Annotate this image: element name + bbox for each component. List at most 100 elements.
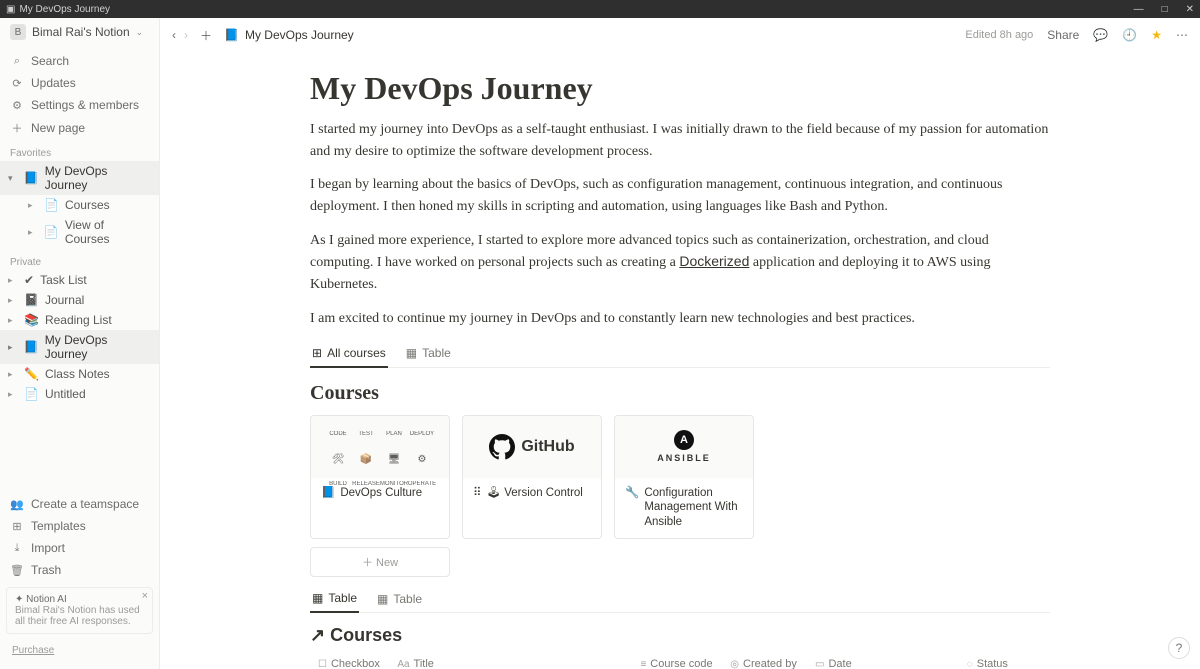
page-icon: 📓 bbox=[24, 293, 39, 307]
chevron-right-icon[interactable]: ▸ bbox=[28, 227, 38, 238]
comments-icon[interactable]: 💬 bbox=[1093, 28, 1108, 42]
col-created-by[interactable]: ◎Created by bbox=[722, 652, 807, 669]
paragraph[interactable]: I started my journey into DevOps as a se… bbox=[310, 119, 1050, 162]
close-icon[interactable]: × bbox=[142, 590, 148, 602]
tab-table-2[interactable]: ▦Table bbox=[375, 587, 424, 612]
link-dockerized[interactable]: Dockerized bbox=[679, 253, 749, 269]
paragraph[interactable]: As I gained more experience, I started t… bbox=[310, 230, 1050, 296]
share-button[interactable]: Share bbox=[1047, 28, 1079, 42]
chevron-right-icon[interactable]: ▸ bbox=[8, 295, 18, 306]
tab-label: All courses bbox=[327, 346, 386, 360]
window-minimize-icon[interactable]: — bbox=[1134, 4, 1144, 15]
text-icon: Aa bbox=[397, 659, 409, 669]
chevron-right-icon[interactable]: ▸ bbox=[8, 369, 18, 380]
window-close-icon[interactable]: ✕ bbox=[1186, 4, 1194, 15]
import-icon: ⤓ bbox=[10, 542, 24, 555]
col-status[interactable]: ◌Status bbox=[959, 652, 1050, 669]
ai-banner-desc: Bimal Rai's Notion has used all their fr… bbox=[15, 605, 144, 627]
paragraph[interactable]: I began by learning about the basics of … bbox=[310, 174, 1050, 217]
card-devops-culture[interactable]: </>🤝📋🚀 CODETESTPLANDEPLOY 🛠📦🖥⚙ BUILDRELE… bbox=[310, 415, 450, 540]
paragraph[interactable]: I am excited to continue my journey in D… bbox=[310, 308, 1050, 330]
gear-icon: ⚙ bbox=[10, 99, 24, 112]
sidebar-updates[interactable]: ⟳Updates bbox=[0, 72, 159, 94]
gallery-new-button[interactable]: ＋ New bbox=[310, 547, 450, 577]
sidebar-import[interactable]: ⤓Import bbox=[0, 537, 159, 559]
table-icon: ▦ bbox=[312, 591, 323, 605]
edited-label: Edited 8h ago bbox=[965, 29, 1033, 41]
search-icon: ⌕ bbox=[10, 55, 24, 68]
window-maximize-icon[interactable]: □ bbox=[1162, 4, 1168, 15]
col-checkbox[interactable]: ☐Checkbox bbox=[310, 652, 389, 669]
sidebar-settings[interactable]: ⚙ Settings & members bbox=[0, 94, 159, 116]
col-course-code[interactable]: ≡Course code bbox=[632, 652, 722, 669]
tab-table[interactable]: ▦Table bbox=[404, 342, 453, 367]
courses-heading[interactable]: Courses bbox=[310, 382, 1050, 405]
page-icon: ✔︎ bbox=[24, 273, 34, 287]
help-button[interactable]: ? bbox=[1168, 637, 1190, 659]
new-tab-icon[interactable]: ＋ bbox=[200, 27, 212, 44]
chevron-down-icon[interactable]: ▾ bbox=[8, 173, 18, 184]
nav-back-icon[interactable]: ‹ bbox=[172, 28, 176, 42]
chevron-right-icon[interactable]: ▸ bbox=[8, 275, 18, 286]
page-label: Class Notes bbox=[45, 367, 110, 381]
chevron-right-icon[interactable]: ▸ bbox=[8, 315, 18, 326]
page-title[interactable]: My DevOps Journey bbox=[310, 70, 1050, 107]
col-date[interactable]: ▭Date bbox=[807, 652, 959, 669]
page-label: Journal bbox=[45, 293, 84, 307]
github-icon bbox=[489, 434, 515, 460]
trash-icon: 🗑 bbox=[10, 564, 24, 577]
breadcrumb[interactable]: 📘 My DevOps Journey bbox=[224, 28, 354, 42]
sidebar-page-untitled[interactable]: ▸📄Untitled bbox=[0, 384, 159, 404]
page-icon: 📘 bbox=[24, 171, 39, 185]
sidebar-page-courses[interactable]: ▸📄Courses bbox=[20, 195, 159, 215]
tab-all-courses[interactable]: ⊞All courses bbox=[310, 342, 388, 368]
sidebar-trash[interactable]: 🗑Trash bbox=[0, 559, 159, 581]
os-titlebar: ▣ My DevOps Journey — □ ✕ bbox=[0, 0, 1200, 18]
window-title: My DevOps Journey bbox=[19, 4, 110, 15]
app-icon: ▣ bbox=[6, 4, 15, 15]
sidebar-item-label: Updates bbox=[31, 76, 76, 90]
sidebar-newpage[interactable]: ＋New page bbox=[0, 116, 159, 140]
chevron-right-icon[interactable]: ▸ bbox=[8, 342, 18, 353]
sidebar-page-reading-list[interactable]: ▸📚Reading List bbox=[0, 310, 159, 330]
sidebar-page-devops-journey-fav[interactable]: ▾ 📘 My DevOps Journey bbox=[0, 161, 159, 195]
purchase-link[interactable]: Purchase bbox=[0, 640, 159, 661]
chevron-right-icon[interactable]: ▸ bbox=[8, 389, 18, 400]
table-icon: ▦ bbox=[406, 346, 417, 360]
workspace-switcher[interactable]: B Bimal Rai's Notion ⌄ bbox=[0, 18, 159, 46]
ai-banner-title: ✦ Notion AI bbox=[15, 594, 144, 605]
col-title[interactable]: AaTitle bbox=[389, 652, 632, 669]
clock-icon[interactable]: 🕘 bbox=[1122, 28, 1137, 42]
sidebar-page-devops-journey[interactable]: ▸📘My DevOps Journey bbox=[0, 330, 159, 364]
nav-forward-icon[interactable]: › bbox=[184, 28, 188, 42]
sidebar: B Bimal Rai's Notion ⌄ ⌕Search ⟳Updates … bbox=[0, 18, 160, 669]
chevron-right-icon[interactable]: ▸ bbox=[28, 200, 38, 211]
table-icon: ▦ bbox=[377, 592, 388, 606]
topbar: ‹ › ＋ 📘 My DevOps Journey Edited 8h ago … bbox=[160, 18, 1200, 52]
chevron-down-icon: ⌄ bbox=[136, 27, 144, 38]
sidebar-create-teamspace[interactable]: 👥 Create a teamspace bbox=[0, 493, 159, 515]
calendar-icon: ▭ bbox=[815, 659, 824, 669]
tab-label: Table bbox=[328, 591, 357, 605]
more-icon[interactable]: ⋯ bbox=[1176, 28, 1188, 42]
sidebar-templates[interactable]: ⊞Templates bbox=[0, 515, 159, 537]
sidebar-page-task-list[interactable]: ▸✔︎Task List bbox=[0, 270, 159, 290]
sidebar-page-journal[interactable]: ▸ 📓 Journal bbox=[0, 290, 159, 310]
sidebar-search[interactable]: ⌕Search bbox=[0, 50, 159, 72]
sidebar-item-label: Settings & members bbox=[31, 98, 139, 112]
page-label: My DevOps Journey bbox=[45, 164, 151, 192]
sidebar-page-view-of-courses[interactable]: ▸📄View of Courses bbox=[20, 215, 159, 249]
people-icon: 👥 bbox=[10, 498, 24, 511]
checkbox-icon: ☐ bbox=[318, 659, 327, 669]
tab-table-1[interactable]: ▦ Table bbox=[310, 587, 359, 613]
sidebar-item-label: Create a teamspace bbox=[31, 497, 139, 511]
page-icon: ✏️ bbox=[24, 367, 39, 381]
card-version-control[interactable]: GitHub ⠿🕹 Version Control bbox=[462, 415, 602, 540]
status-icon: ◌ bbox=[967, 659, 973, 669]
linked-db-title[interactable]: ↗ Courses bbox=[310, 625, 1050, 646]
card-ansible[interactable]: A ANSIBLE 🔧Configuration Management With… bbox=[614, 415, 754, 540]
linked-db-label: ↗ Courses bbox=[310, 625, 402, 646]
star-icon[interactable]: ★ bbox=[1151, 28, 1162, 42]
sidebar-page-class-notes[interactable]: ▸ ✏️ Class Notes bbox=[0, 364, 159, 384]
workspace-avatar: B bbox=[10, 24, 26, 40]
